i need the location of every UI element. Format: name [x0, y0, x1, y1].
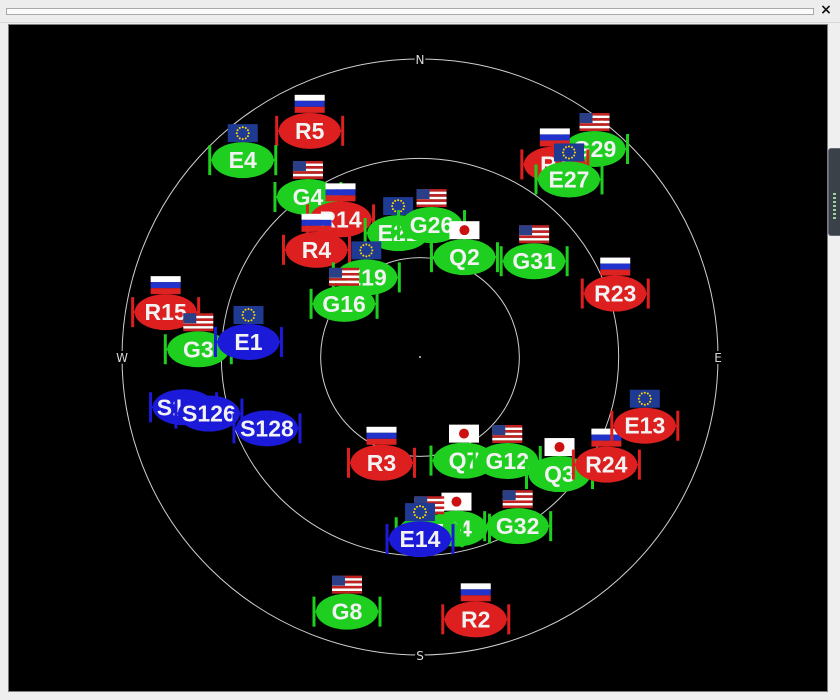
flag-us-icon	[579, 113, 610, 132]
flag-eu-icon	[553, 143, 584, 162]
satellite-label: S126	[182, 401, 236, 427]
satellite-label: S128	[240, 415, 294, 441]
satellite-label: R3	[367, 450, 396, 476]
flag-jp-icon	[544, 438, 575, 457]
satellite-label: E14	[400, 526, 441, 552]
satellite-r5[interactable]: R5	[275, 94, 345, 149]
satellite-g8[interactable]: G8	[312, 575, 382, 630]
satellite-label: G12	[486, 448, 529, 474]
satellite-label: R23	[594, 281, 636, 307]
flag-us-icon	[331, 575, 362, 594]
satellite-e13[interactable]: E13	[610, 389, 680, 444]
satellite-label: G31	[512, 248, 556, 274]
side-panel-handle[interactable]	[828, 148, 840, 236]
flag-ru-icon	[325, 183, 356, 202]
flag-ru-icon	[294, 94, 325, 113]
flag-eu-icon	[227, 124, 258, 143]
satellite-e4[interactable]: E4	[208, 124, 278, 179]
flag-eu-icon	[405, 503, 435, 522]
flag-ru-icon	[600, 257, 631, 276]
satellite-label: R4	[302, 237, 332, 263]
satellite-g32[interactable]: G32	[483, 490, 553, 545]
satellite-label: G32	[496, 513, 539, 539]
satellite-label: R24	[585, 452, 627, 478]
flag-ru-icon	[366, 426, 397, 445]
satellite-label: E4	[229, 147, 257, 173]
flag-eu-icon	[629, 389, 660, 408]
satellite-s128[interactable]: S128	[232, 410, 302, 447]
satellite-layer: R5E4G4R14R4E21G26Q2E19G16G29R1E27G31R23R…	[131, 94, 680, 638]
skyplot-canvas[interactable]: N E S W R5E4G4R14R4E21G26Q2E19G16G29R1E2…	[9, 25, 827, 691]
flag-us-icon	[292, 160, 323, 179]
satellite-label: R2	[461, 606, 490, 632]
satellite-label: G3	[183, 336, 214, 362]
zenith-dot	[419, 356, 421, 358]
satellite-label: E1	[234, 329, 262, 355]
satellite-label: E27	[549, 166, 590, 192]
flag-us-icon	[329, 267, 360, 286]
close-button[interactable]: ×	[818, 2, 834, 18]
flag-us-icon	[492, 424, 523, 443]
compass-north: N	[416, 53, 425, 67]
flag-eu-icon	[351, 241, 382, 260]
skyplot-panel: N E S W R5E4G4R14R4E21G26Q2E19G16G29R1E2…	[8, 24, 828, 692]
satellite-label: E13	[624, 413, 665, 439]
flag-jp-icon	[448, 424, 479, 443]
satellite-e1[interactable]: E1	[213, 305, 283, 360]
compass-east: E	[714, 351, 722, 365]
flag-us-icon	[183, 313, 214, 332]
satellite-r3[interactable]: R3	[346, 426, 416, 481]
satellite-label: G16	[322, 291, 365, 317]
flag-ru-icon	[150, 276, 181, 295]
flag-jp-icon	[449, 221, 480, 240]
satellite-r2[interactable]: R2	[441, 583, 511, 638]
flag-jp-icon	[441, 492, 472, 511]
satellite-label: Q3	[544, 461, 575, 487]
compass-south: S	[416, 649, 424, 663]
titlebar-rail	[6, 8, 814, 15]
satellite-label: R15	[145, 299, 187, 325]
compass-west: W	[116, 351, 128, 365]
flag-eu-icon	[233, 305, 264, 324]
satellite-label: Q2	[449, 244, 480, 270]
flag-us-icon	[416, 189, 447, 208]
satellite-g31[interactable]: G31	[499, 225, 569, 280]
satellite-label: G26	[410, 212, 453, 238]
flag-ru-icon	[460, 583, 491, 602]
flag-us-icon	[502, 490, 533, 509]
satellite-label: R5	[295, 118, 325, 144]
flag-us-icon	[519, 225, 550, 244]
grip-icon	[833, 193, 836, 219]
satellite-r23[interactable]: R23	[580, 257, 650, 312]
satellite-label: G8	[332, 599, 363, 625]
flag-ru-icon	[301, 213, 332, 232]
window-titlebar: ×	[0, 0, 840, 23]
